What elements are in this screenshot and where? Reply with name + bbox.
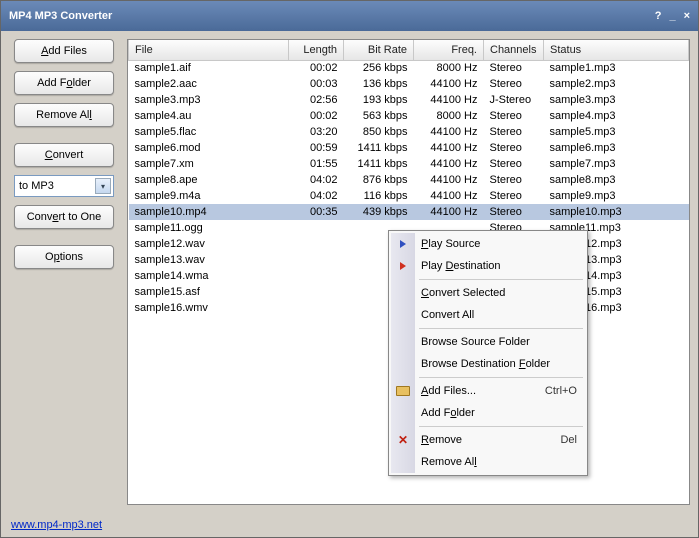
titlebar: MP4 MP3 Converter ? _ × <box>1 1 698 31</box>
folder-open-icon <box>395 383 411 399</box>
column-headers[interactable]: File Length Bit Rate Freq. Channels Stat… <box>129 40 689 60</box>
col-length[interactable]: Length <box>289 40 344 60</box>
menu-convert-all[interactable]: Convert All <box>391 304 585 326</box>
minimize-button[interactable]: _ <box>669 10 675 22</box>
window-title: MP4 MP3 Converter <box>9 10 655 22</box>
table-row[interactable]: sample7.xm01:551411 kbps44100 HzStereosa… <box>129 156 689 172</box>
app-window: MP4 MP3 Converter ? _ × Add Files Add Fo… <box>0 0 699 538</box>
table-row[interactable]: sample1.aif00:02256 kbps8000 HzStereosam… <box>129 60 689 76</box>
table-row[interactable]: sample3.mp302:56193 kbps44100 HzJ-Stereo… <box>129 92 689 108</box>
table-row[interactable]: sample6.mod00:591411 kbps44100 HzStereos… <box>129 140 689 156</box>
add-files-button[interactable]: Add Files <box>14 39 114 63</box>
close-button[interactable]: × <box>684 10 690 22</box>
format-select[interactable]: to MP3▾ <box>14 175 114 197</box>
table-row[interactable]: sample10.mp400:35439 kbps44100 HzStereos… <box>129 204 689 220</box>
menu-play-destination[interactable]: Play Destination <box>391 255 585 277</box>
menu-convert-selected[interactable]: Convert Selected <box>391 282 585 304</box>
chevron-down-icon: ▾ <box>95 178 111 194</box>
col-channels[interactable]: Channels <box>484 40 544 60</box>
col-file[interactable]: File <box>129 40 289 60</box>
table-row[interactable]: sample5.flac03:20850 kbps44100 HzStereos… <box>129 124 689 140</box>
convert-button[interactable]: Convert <box>14 143 114 167</box>
menu-browse-source[interactable]: Browse Source Folder <box>391 331 585 353</box>
add-folder-button[interactable]: Add Folder <box>14 71 114 95</box>
menu-add-files[interactable]: Add Files...Ctrl+O <box>391 380 585 402</box>
menu-play-source[interactable]: Play Source <box>391 233 585 255</box>
options-button[interactable]: Options <box>14 245 114 269</box>
help-button[interactable]: ? <box>655 10 662 22</box>
play-icon <box>395 258 411 274</box>
table-row[interactable]: sample4.au00:02563 kbps8000 HzStereosamp… <box>129 108 689 124</box>
delete-icon: ✕ <box>395 432 411 448</box>
convert-to-one-button[interactable]: Convert to One <box>14 205 114 229</box>
menu-remove-all[interactable]: Remove All <box>391 451 585 473</box>
col-status[interactable]: Status <box>544 40 689 60</box>
website-link[interactable]: www.mp4-mp3.net <box>11 519 102 531</box>
col-bitrate[interactable]: Bit Rate <box>344 40 414 60</box>
menu-remove[interactable]: ✕RemoveDel <box>391 429 585 451</box>
play-icon <box>395 236 411 252</box>
remove-all-button[interactable]: Remove All <box>14 103 114 127</box>
table-row[interactable]: sample9.m4a04:02116 kbps44100 HzStereosa… <box>129 188 689 204</box>
menu-browse-destination[interactable]: Browse Destination Folder <box>391 353 585 375</box>
footer: www.mp4-mp3.net <box>1 513 698 537</box>
menu-add-folder[interactable]: Add Folder <box>391 402 585 424</box>
sidebar: Add Files Add Folder Remove All Convert … <box>9 39 119 505</box>
table-row[interactable]: sample2.aac00:03136 kbps44100 HzStereosa… <box>129 76 689 92</box>
table-row[interactable]: sample8.ape04:02876 kbps44100 HzStereosa… <box>129 172 689 188</box>
col-freq[interactable]: Freq. <box>414 40 484 60</box>
file-list[interactable]: File Length Bit Rate Freq. Channels Stat… <box>127 39 690 505</box>
context-menu: Play Source Play Destination Convert Sel… <box>388 230 588 476</box>
